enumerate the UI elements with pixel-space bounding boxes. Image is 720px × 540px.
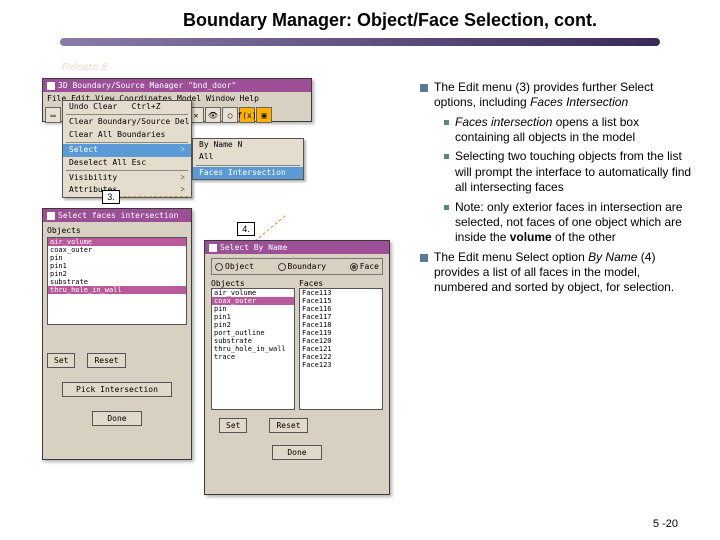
radio-object[interactable]: Object [215,262,254,271]
list-item[interactable]: Face120 [300,337,382,345]
list-item[interactable]: thru_hole_in_wall [48,286,186,294]
byname-faces-list[interactable]: Face113 Face115 Face116 Face117 Face118 … [299,288,383,410]
faces-reset-button[interactable]: Reset [87,353,125,368]
list-item[interactable]: pin2 [212,321,294,329]
sub-bullet-1: Faces intersection opens a list box cont… [444,115,695,146]
list-item[interactable]: Face117 [300,313,382,321]
window-menu-icon[interactable] [47,212,55,220]
bullet-2: The Edit menu Select option By Name (4) … [420,250,695,296]
menu-deselect[interactable]: Deselect All Esc [63,157,191,169]
bullet-list: The Edit menu (3) provides further Selec… [420,80,695,300]
list-item[interactable]: air_volume [212,289,294,297]
faces-title: Select faces intersection [58,211,178,220]
tool-view-icon[interactable]: ○ [222,107,238,123]
tool-compute-icon[interactable]: ▣ [256,107,272,123]
window-menu-icon[interactable] [209,244,217,252]
sub-bullet-2: Selecting two touching objects from the … [444,149,695,195]
byname-done-button[interactable]: Done [272,445,322,460]
callout-3: 3. [102,190,120,204]
list-item[interactable]: Face116 [300,305,382,313]
list-item[interactable]: pin1 [212,313,294,321]
byname-title: Select By Name [220,243,287,252]
release-tag: Release 8 [62,62,107,73]
list-item[interactable]: pin [212,305,294,313]
byname-titlebar[interactable]: Select By Name [205,241,389,254]
list-item[interactable]: substrate [212,337,294,345]
menu-visibility[interactable]: Visibility [63,172,191,184]
faces-objects-label: Objects [47,226,187,235]
list-item[interactable]: Face123 [300,361,382,369]
list-item[interactable]: coax_outer [48,246,186,254]
title-rule [60,38,660,46]
byname-objects-label: Objects [211,279,295,288]
bullet-1: The Edit menu (3) provides further Selec… [420,80,695,111]
menu-undo[interactable]: Undo Clear Ctrl+Z [63,101,191,113]
list-item[interactable]: substrate [48,278,186,286]
list-item[interactable]: Face115 [300,297,382,305]
slide-title: Boundary Manager: Object/Face Selection,… [100,10,680,32]
bullet-icon [420,84,428,92]
list-item[interactable]: Face119 [300,329,382,337]
page-number: 5 -20 [653,518,678,530]
callout4-line [254,215,285,241]
faces-done-button[interactable]: Done [92,411,142,426]
radio-boundary[interactable]: Boundary [278,262,327,271]
list-item[interactable]: coax_outer [212,297,294,305]
faces-titlebar[interactable]: Select faces intersection [43,209,191,222]
bullet-icon [420,254,428,262]
tool-new-icon[interactable]: ▭ [45,107,61,123]
byname-objects-list[interactable]: air_volume coax_outer pin pin1 pin2 port… [211,288,295,410]
list-item[interactable]: air_volume [48,238,186,246]
list-item[interactable]: pin1 [48,262,186,270]
faces-intersection-window: Select faces intersection Objects air_vo… [42,208,192,460]
submenu-faces-intersection[interactable]: Faces Intersection [193,167,303,179]
list-item[interactable]: pin [48,254,186,262]
list-item[interactable]: Face121 [300,345,382,353]
list-item[interactable]: Face118 [300,321,382,329]
main-titlebar[interactable]: 3D Boundary/Source Manager "bnd_door" [43,79,311,92]
menu-attributes[interactable]: Attributes [63,184,191,196]
list-item[interactable]: Face122 [300,353,382,361]
callout3-line [113,196,193,197]
list-item[interactable]: port_outline [212,329,294,337]
list-item[interactable]: thru_hole_in_wall [212,345,294,353]
pick-intersection-button[interactable]: Pick Intersection [62,382,172,397]
sub-bullet-icon [444,120,449,125]
list-item[interactable]: pin2 [48,270,186,278]
submenu-all[interactable]: All [193,151,303,163]
tool-fx-icon[interactable]: f(x) [239,107,255,123]
menu-clear-all[interactable]: Clear All Boundaries [63,129,191,141]
byname-set-button[interactable]: Set [219,418,247,433]
faces-objects-list[interactable]: air_volume coax_outer pin pin1 pin2 subs… [47,237,187,325]
callout-4: 4. [237,222,255,236]
list-item[interactable]: trace [212,353,294,361]
menu-select[interactable]: Select [63,144,191,156]
sub-bullet-icon [444,205,449,210]
list-item[interactable]: Face113 [300,289,382,297]
select-submenu[interactable]: By Name N All Faces Intersection [192,138,304,180]
window-menu-icon[interactable] [47,82,55,90]
select-by-name-window: Select By Name Object Boundary Face Obje… [204,240,390,495]
byname-faces-label: Faces [299,279,383,288]
byname-reset-button[interactable]: Reset [269,418,307,433]
tool-eye-icon[interactable]: 👁 [205,107,221,123]
main-title: 3D Boundary/Source Manager "bnd_door" [58,81,236,90]
edit-menu[interactable]: Undo Clear Ctrl+Z Clear Boundary/Source … [62,100,192,198]
submenu-by-name[interactable]: By Name N [193,139,303,151]
menu-clear-bs[interactable]: Clear Boundary/Source Del [63,116,191,128]
radio-face[interactable]: Face [350,262,379,271]
sub-bullet-icon [444,154,449,159]
sub-bullet-3: Note: only exterior faces in intersectio… [444,200,695,246]
faces-set-button[interactable]: Set [47,353,75,368]
